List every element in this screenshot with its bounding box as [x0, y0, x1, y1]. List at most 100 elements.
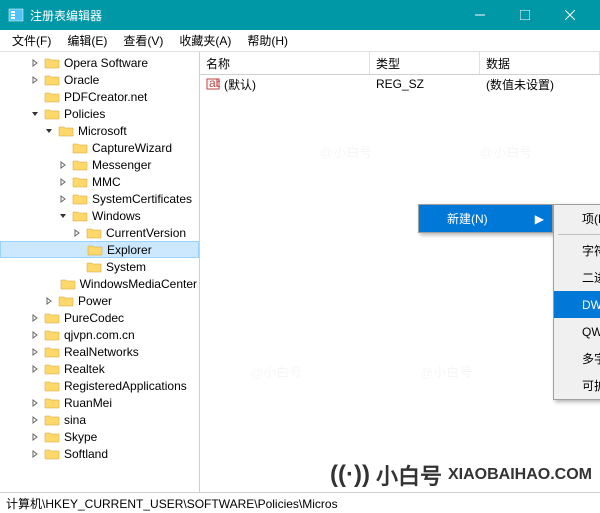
menu-favorites[interactable]: 收藏夹(A): [171, 30, 239, 51]
tree-item[interactable]: PDFCreator.net: [0, 88, 199, 105]
menu-help[interactable]: 帮助(H): [239, 30, 296, 51]
statusbar-path: 计算机\HKEY_CURRENT_USER\SOFTWARE\Policies\…: [6, 495, 338, 512]
folder-icon: [58, 294, 74, 308]
registry-tree[interactable]: Opera SoftwareOracle PDFCreator.netPolici…: [0, 52, 200, 492]
folder-icon: [44, 396, 60, 410]
tree-label: RealNetworks: [64, 345, 139, 359]
list-row[interactable]: ab (默认) REG_SZ (数值未设置): [200, 75, 600, 93]
tree-item[interactable]: PureCodec: [0, 309, 199, 326]
tree-item[interactable]: Skype: [0, 428, 199, 445]
window-title: 注册表编辑器: [30, 7, 457, 24]
expand-icon[interactable]: [28, 362, 42, 376]
expand-icon[interactable]: [56, 192, 70, 206]
context-menu: 新建(N) ▶: [418, 204, 553, 233]
tree-item[interactable]: Windows: [0, 207, 199, 224]
expand-icon[interactable]: [28, 345, 42, 359]
tree-label: System: [106, 260, 146, 274]
no-expander: [70, 260, 84, 274]
folder-icon: [44, 447, 60, 461]
tree-item[interactable]: WindowsMediaCenter: [0, 275, 199, 292]
folder-icon: [72, 141, 88, 155]
tree-item[interactable]: sina: [0, 411, 199, 428]
tree-label: Explorer: [107, 243, 152, 257]
submenu-item[interactable]: 项(K): [554, 205, 600, 232]
maximize-button[interactable]: [502, 0, 547, 30]
submenu-arrow-icon: ▶: [535, 212, 544, 226]
tree-label: Softland: [64, 447, 108, 461]
expand-icon[interactable]: [70, 226, 84, 240]
window-controls: [457, 0, 592, 30]
submenu-item[interactable]: 可扩充字符串值(E): [554, 372, 600, 399]
tree-label: Microsoft: [78, 124, 127, 138]
menubar: 文件(F) 编辑(E) 查看(V) 收藏夹(A) 帮助(H): [0, 30, 600, 52]
expand-icon[interactable]: [28, 56, 42, 70]
tree-label: CaptureWizard: [92, 141, 172, 155]
column-type[interactable]: 类型: [370, 52, 480, 74]
expand-icon[interactable]: [56, 175, 70, 189]
submenu-item[interactable]: 字符串值(S): [554, 237, 600, 264]
submenu-item[interactable]: 二进制值(B): [554, 264, 600, 291]
close-button[interactable]: [547, 0, 592, 30]
minimize-button[interactable]: [457, 0, 502, 30]
folder-icon: [44, 413, 60, 427]
menu-item-new[interactable]: 新建(N) ▶: [419, 205, 552, 232]
collapse-icon[interactable]: [56, 209, 70, 223]
tree-item[interactable]: Opera Software: [0, 54, 199, 71]
expand-icon[interactable]: [56, 158, 70, 172]
collapse-icon[interactable]: [42, 124, 56, 138]
tree-item[interactable]: Policies: [0, 105, 199, 122]
expand-icon[interactable]: [28, 311, 42, 325]
no-expander: [71, 243, 85, 257]
menu-file[interactable]: 文件(F): [4, 30, 59, 51]
submenu-item[interactable]: QWORD (64 位)值(Q): [554, 318, 600, 345]
tree-item[interactable]: RealNetworks: [0, 343, 199, 360]
tree-item[interactable]: Microsoft: [0, 122, 199, 139]
expand-icon[interactable]: [28, 73, 42, 87]
folder-icon: [44, 379, 60, 393]
submenu-item[interactable]: 多字符串值(M): [554, 345, 600, 372]
tree-item[interactable]: Softland: [0, 445, 199, 462]
column-name[interactable]: 名称: [200, 52, 370, 74]
tree-item[interactable]: System: [0, 258, 199, 275]
tree-item[interactable]: SystemCertificates: [0, 190, 199, 207]
tree-item[interactable]: RuanMei: [0, 394, 199, 411]
tree-label: Power: [78, 294, 112, 308]
tree-item[interactable]: MMC: [0, 173, 199, 190]
tree-item[interactable]: CaptureWizard: [0, 139, 199, 156]
expand-icon[interactable]: [28, 413, 42, 427]
collapse-icon[interactable]: [28, 107, 42, 121]
tree-label: RuanMei: [64, 396, 112, 410]
folder-icon: [58, 124, 74, 138]
column-data[interactable]: 数据: [480, 52, 600, 74]
expand-icon[interactable]: [28, 396, 42, 410]
window-titlebar: 注册表编辑器: [0, 0, 600, 30]
tree-label: sina: [64, 413, 86, 427]
tree-item[interactable]: Oracle: [0, 71, 199, 88]
tree-label: SystemCertificates: [92, 192, 192, 206]
tree-item[interactable]: Power: [0, 292, 199, 309]
tree-label: qjvpn.com.cn: [64, 328, 135, 342]
tree-item[interactable]: CurrentVersion: [0, 224, 199, 241]
folder-icon: [60, 277, 76, 291]
tree-item[interactable]: RegisteredApplications: [0, 377, 199, 394]
menu-edit[interactable]: 编辑(E): [59, 30, 115, 51]
menu-view[interactable]: 查看(V): [115, 30, 171, 51]
folder-icon: [86, 226, 102, 240]
content-area: Opera SoftwareOracle PDFCreator.netPolici…: [0, 52, 600, 492]
expand-icon[interactable]: [28, 328, 42, 342]
folder-icon: [44, 90, 60, 104]
submenu-item[interactable]: DWORD (32 位)值(D): [554, 291, 600, 318]
list-header: 名称 类型 数据: [200, 52, 600, 75]
tree-label: PDFCreator.net: [64, 90, 147, 104]
tree-item[interactable]: Messenger: [0, 156, 199, 173]
tree-label: Opera Software: [64, 56, 148, 70]
tree-item[interactable]: qjvpn.com.cn: [0, 326, 199, 343]
tree-label: PureCodec: [64, 311, 124, 325]
tree-item[interactable]: Explorer: [0, 241, 199, 258]
tree-label: Realtek: [64, 362, 105, 376]
folder-icon: [87, 243, 103, 257]
expand-icon[interactable]: [28, 447, 42, 461]
expand-icon[interactable]: [28, 430, 42, 444]
expand-icon[interactable]: [42, 294, 56, 308]
tree-item[interactable]: Realtek: [0, 360, 199, 377]
